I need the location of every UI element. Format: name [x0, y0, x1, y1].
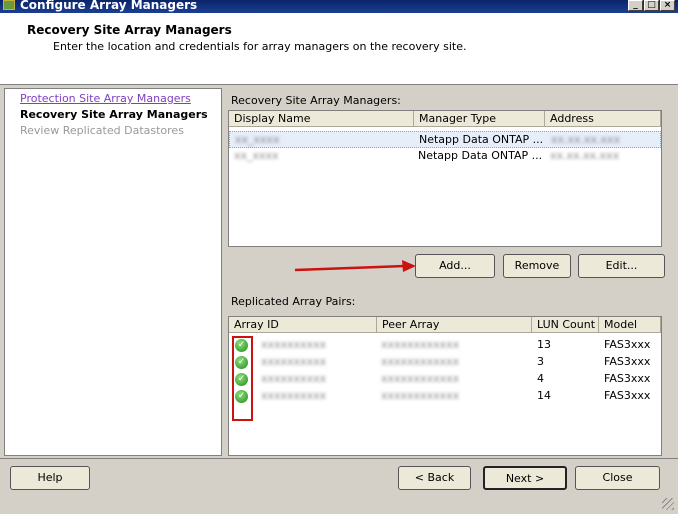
managers-label: Recovery Site Array Managers:: [231, 94, 401, 107]
table-row[interactable]: ✓ xxxxxxxxxx xxxxxxxxxxxx 14 FAS3xxx: [229, 388, 661, 405]
close-window-button[interactable]: ×: [660, 0, 675, 11]
table-row[interactable]: ✓ xxxxxxxxxx xxxxxxxxxxxx 3 FAS3xxx: [229, 354, 661, 371]
footer-divider: [0, 458, 678, 459]
managers-table[interactable]: Display Name Manager Type Address xx_xxx…: [228, 110, 662, 247]
check-icon: ✓: [235, 339, 248, 352]
remove-button[interactable]: Remove: [503, 254, 571, 278]
pairs-table[interactable]: Array ID Peer Array LUN Count Model ✓ xxx…: [228, 316, 662, 456]
col-display-name[interactable]: Display Name: [229, 111, 414, 127]
col-peer-array[interactable]: Peer Array: [377, 317, 532, 333]
table-row[interactable]: ✓ xxxxxxxxxx xxxxxxxxxxxx 4 FAS3xxx: [229, 371, 661, 388]
col-array-id[interactable]: Array ID: [229, 317, 377, 333]
maximize-button[interactable]: □: [644, 0, 659, 11]
table-row[interactable]: xx_xxxx Netapp Data ONTAP ... xx.xx.xx.x…: [229, 148, 661, 165]
close-button[interactable]: Close: [575, 466, 660, 490]
next-button[interactable]: Next >: [483, 466, 567, 490]
table-row[interactable]: xx_xxxx Netapp Data ONTAP ... xx.xx.xx.x…: [229, 131, 661, 148]
nav-recovery-site[interactable]: Recovery Site Array Managers: [20, 108, 208, 121]
annotation-arrow: [294, 260, 416, 272]
page-subtitle: Enter the location and credentials for a…: [53, 40, 467, 53]
col-model[interactable]: Model: [599, 317, 661, 333]
nav-protection-site[interactable]: Protection Site Array Managers: [20, 92, 191, 105]
add-button[interactable]: Add...: [415, 254, 495, 278]
app-icon: [3, 0, 15, 10]
check-icon: ✓: [235, 373, 248, 386]
check-icon: ✓: [235, 390, 248, 403]
col-lun-count[interactable]: LUN Count: [532, 317, 599, 333]
check-icon: ✓: [235, 356, 248, 369]
minimize-button[interactable]: _: [628, 0, 643, 11]
back-button[interactable]: < Back: [398, 466, 471, 490]
pairs-label: Replicated Array Pairs:: [231, 295, 356, 308]
page-title: Recovery Site Array Managers: [27, 23, 232, 37]
help-button[interactable]: Help: [10, 466, 90, 490]
window-title: Configure Array Managers: [20, 0, 198, 12]
wizard-steps-pane: [4, 88, 222, 456]
nav-review-datastores: Review Replicated Datastores: [20, 124, 184, 137]
title-bar: Configure Array Managers: [0, 0, 678, 13]
col-address[interactable]: Address: [545, 111, 661, 127]
table-row[interactable]: ✓ xxxxxxxxxx xxxxxxxxxxxx 13 FAS3xxx: [229, 337, 661, 354]
resize-grip[interactable]: [662, 498, 674, 510]
col-manager-type[interactable]: Manager Type: [414, 111, 545, 127]
edit-button[interactable]: Edit...: [578, 254, 665, 278]
